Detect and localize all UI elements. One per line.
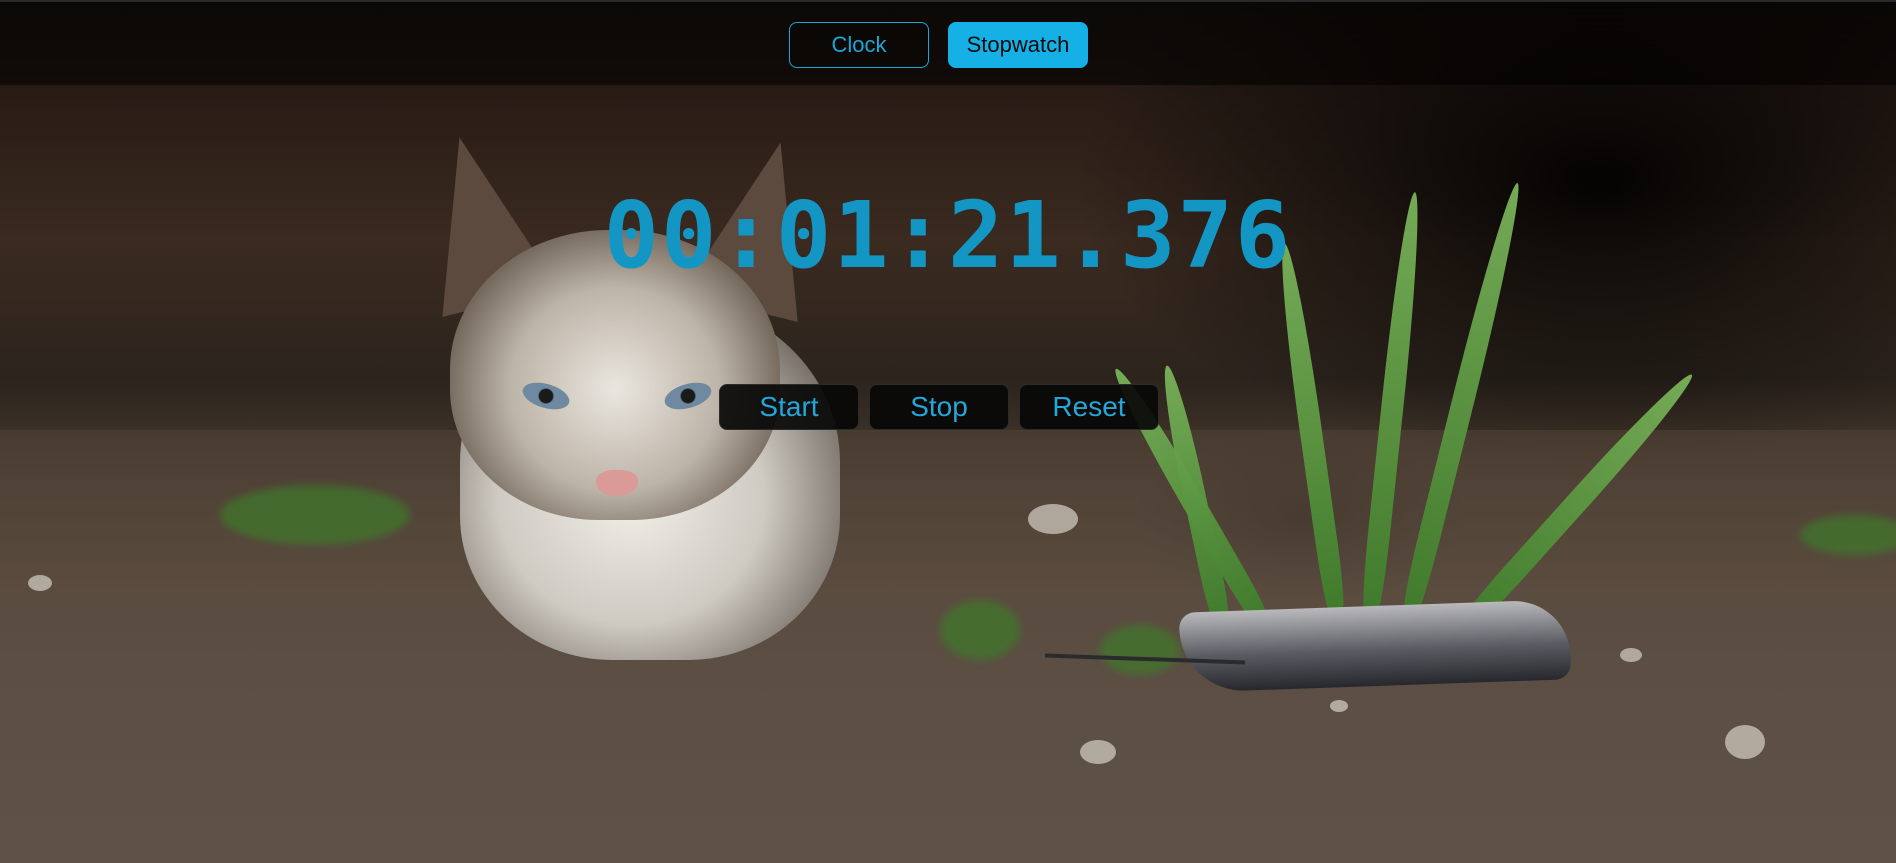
background-pebble (28, 575, 52, 591)
stopwatch-tab-button[interactable]: Stopwatch (948, 22, 1088, 68)
background-pebble (1330, 700, 1348, 712)
background-pebble (1028, 504, 1078, 534)
top-nav-bar: Clock Stopwatch (0, 0, 1896, 85)
background-pebble (1725, 725, 1765, 759)
clock-tab-button[interactable]: Clock (789, 22, 929, 68)
stopwatch-time-display: 00:01:21.376 (603, 182, 1293, 289)
background-photo (0, 0, 1896, 863)
background-grass-patch (220, 485, 410, 545)
background-feather (1178, 599, 1572, 693)
background-grass-patch (1100, 625, 1180, 675)
start-button[interactable]: Start (719, 384, 859, 430)
stop-button[interactable]: Stop (869, 384, 1009, 430)
background-kitten-nose (596, 470, 638, 496)
background-grass-patch (940, 600, 1020, 660)
background-pebble (1620, 648, 1642, 662)
stopwatch-app: Clock Stopwatch 00:01:21.376 Start Stop … (0, 0, 1896, 863)
reset-button[interactable]: Reset (1019, 384, 1159, 430)
background-pebble (1080, 740, 1116, 764)
